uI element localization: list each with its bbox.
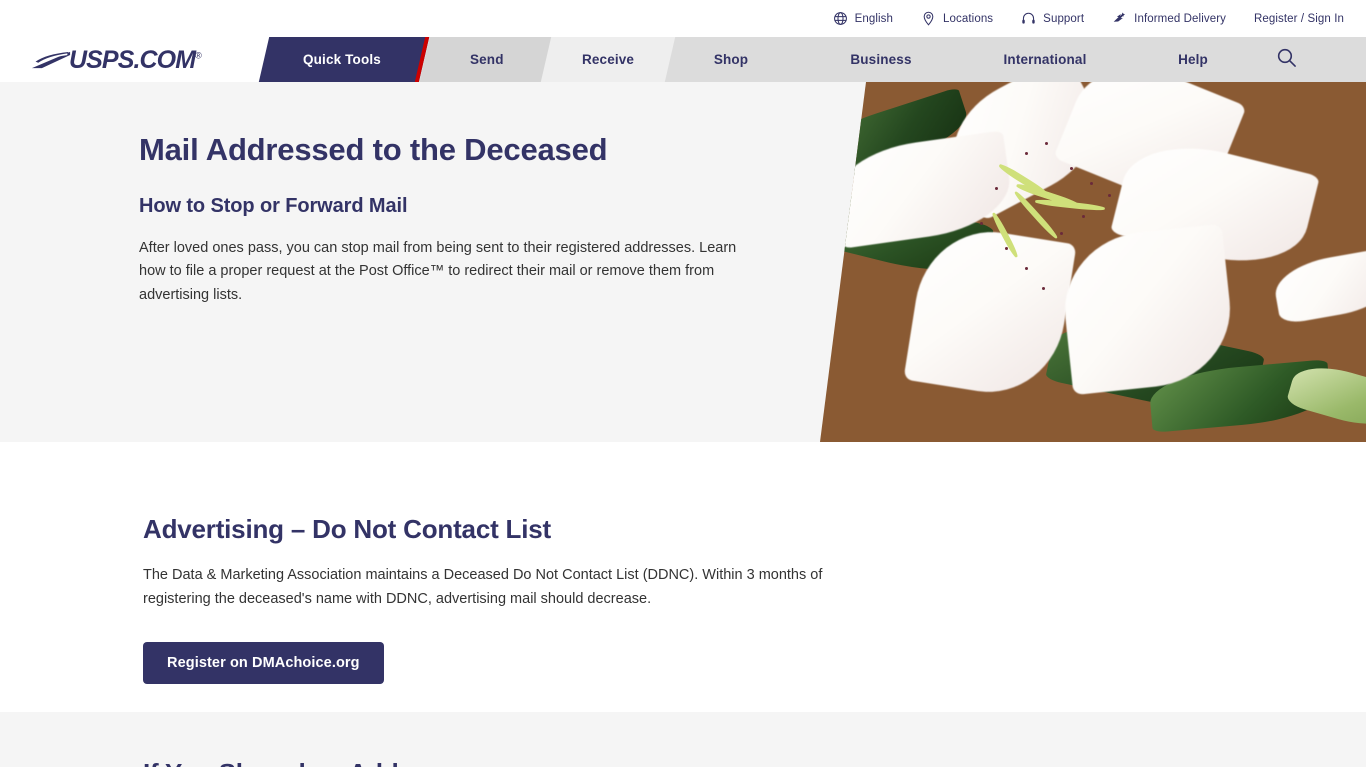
globe-icon bbox=[833, 11, 848, 26]
nav-tab-business[interactable]: Business bbox=[820, 37, 942, 82]
nav-tab-label: Shop bbox=[713, 52, 749, 67]
utility-bar: English Locations Support Informed Deliv… bbox=[0, 0, 1366, 37]
main-navigation: USPS.COM® Quick Tools Send Receive Shop … bbox=[0, 37, 1366, 82]
utility-item-informed-delivery[interactable]: Informed Delivery bbox=[1098, 11, 1240, 26]
hero-copy: Mail Addressed to the Deceased How to St… bbox=[139, 132, 779, 308]
shared-address-section-title: If You Shared an Address bbox=[0, 712, 1366, 767]
dnc-section-title: Advertising – Do Not Contact List bbox=[143, 514, 551, 544]
utility-item-label: Support bbox=[1043, 12, 1085, 25]
nav-tab-label: Help bbox=[1178, 52, 1208, 67]
nav-tab-shop[interactable]: Shop bbox=[672, 37, 790, 82]
utility-item-english[interactable]: English bbox=[819, 11, 907, 26]
nav-tab-help[interactable]: Help bbox=[1143, 37, 1243, 82]
lily-photo bbox=[820, 82, 1366, 442]
nav-tab-receive[interactable]: Receive bbox=[540, 37, 676, 82]
map-pin-icon bbox=[921, 11, 936, 26]
nav-tab-label: Send bbox=[470, 52, 504, 67]
dnc-section-body: The Data & Marketing Association maintai… bbox=[143, 567, 823, 607]
shared-address-section: If You Shared an Address bbox=[0, 712, 1366, 768]
nav-tab-quick-tools[interactable]: Quick Tools bbox=[258, 37, 430, 82]
utility-item-label: Informed Delivery bbox=[1134, 12, 1226, 25]
utility-item-label: Locations bbox=[943, 12, 994, 25]
nav-tab-list: Quick Tools Send Receive Shop Business I… bbox=[0, 37, 1366, 82]
search-icon bbox=[1276, 47, 1297, 73]
utility-item-support[interactable]: Support bbox=[1007, 11, 1098, 26]
nav-tab-international[interactable]: International bbox=[982, 37, 1108, 82]
hero-image bbox=[820, 82, 1366, 442]
utility-item-register-sign-in[interactable]: Register / Sign In bbox=[1240, 13, 1348, 25]
hero-body-text: After loved ones pass, you can stop mail… bbox=[139, 239, 737, 303]
do-not-contact-section: Advertising – Do Not Contact List The Da… bbox=[0, 442, 1366, 685]
nav-tab-label: Business bbox=[850, 52, 912, 67]
hero-section: Mail Addressed to the Deceased How to St… bbox=[0, 82, 1366, 442]
nav-tab-label: Quick Tools bbox=[303, 52, 381, 67]
register-dmachoice-button[interactable]: Register on DMAchoice.org bbox=[143, 642, 384, 685]
nav-tab-send[interactable]: Send bbox=[419, 37, 555, 82]
page-title: Mail Addressed to the Deceased bbox=[139, 132, 608, 167]
nav-tab-label: Receive bbox=[581, 52, 635, 67]
utility-item-label: Register / Sign In bbox=[1253, 12, 1344, 25]
search-button[interactable] bbox=[1266, 37, 1306, 82]
utility-item-label: English bbox=[854, 12, 894, 25]
headset-icon bbox=[1021, 11, 1036, 26]
utility-item-locations[interactable]: Locations bbox=[907, 11, 1007, 26]
hero-subtitle: How to Stop or Forward Mail bbox=[139, 194, 408, 217]
eagle-icon bbox=[1112, 11, 1127, 26]
nav-tab-label: International bbox=[1003, 52, 1087, 67]
